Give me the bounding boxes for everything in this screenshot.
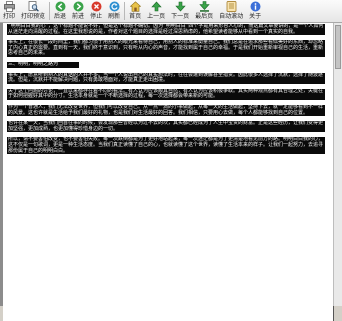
paragraph: “明明白白我的心”，这个标题不能说不好，但是这个标题不确切。因为“明明白白”四个… xyxy=(7,24,325,36)
about-button[interactable]: 关于 xyxy=(246,0,264,21)
previous-page-icon xyxy=(150,1,162,12)
toolbar-separator xyxy=(124,2,126,20)
next-page-label: 下一页 xyxy=(171,13,190,20)
auto-scroll-label: 自动滚动 xyxy=(219,13,244,20)
paragraph: 作为一个普通人，我们无法改变世界，但我们可以改变自己。从一点一滴的小事做起，从每… xyxy=(7,104,325,117)
forward-button[interactable]: 前进 xyxy=(69,0,87,21)
last-page-icon xyxy=(198,1,210,12)
print-label: 打印 xyxy=(3,13,16,20)
home-label: 首页 xyxy=(129,13,142,20)
previous-page-label: 上一页 xyxy=(147,13,166,20)
previous-page-button[interactable]: 上一页 xyxy=(144,0,168,21)
printer-icon xyxy=(3,1,15,12)
paragraph: 所以，请不要害怕改变，也不要害怕失败。每一次跌倒都是为了更好地站起来，每一次迷茫… xyxy=(7,137,325,155)
back-icon xyxy=(55,1,66,12)
print-preview-icon xyxy=(28,1,39,12)
back-button[interactable]: 后退 xyxy=(51,0,69,21)
stop-button[interactable]: 停止 xyxy=(87,0,105,21)
home-button[interactable]: 首页 xyxy=(126,0,144,21)
next-page-button[interactable]: 下一页 xyxy=(168,0,192,21)
about-icon xyxy=(250,1,261,12)
refresh-icon xyxy=(109,1,120,12)
home-icon xyxy=(129,1,141,12)
vertical-scrollbar[interactable] xyxy=(333,23,342,306)
scrollbar-thumb[interactable] xyxy=(335,25,341,69)
auto-scroll-icon xyxy=(226,1,237,12)
section-heading: 三、明明，明明之路为 xyxy=(7,61,79,68)
last-page-button[interactable]: 最后页 xyxy=(192,0,216,21)
refresh-button[interactable]: 刷新 xyxy=(105,0,123,21)
stop-label: 停止 xyxy=(90,13,103,20)
about-label: 关于 xyxy=(249,13,262,20)
print-preview-button[interactable]: 打印预览 xyxy=(18,0,48,21)
document-viewport[interactable]: “明明白白我的心”，这个标题不能说不好，但是这个标题不确切。因为“明明白白”四个… xyxy=(0,23,342,321)
paragraph: 事实上，在很长一段时间里，我们都习惯于用别人的眼光来看待自己，用别人的标准来衡量… xyxy=(7,40,325,57)
forward-label: 前进 xyxy=(72,13,85,20)
document-page: “明明白白我的心”，这个标题不能说不好，但是这个标题不确切。因为“明明白白”四个… xyxy=(3,23,334,321)
next-page-icon xyxy=(174,1,186,12)
stop-icon xyxy=(91,1,102,12)
toolbar-separator xyxy=(49,2,51,20)
paragraph: 也许在某一天，当我们回首往事的时候，会发现那些曾经以为过不去的坎，其实都已经成为… xyxy=(7,121,325,133)
forward-icon xyxy=(73,1,84,12)
document-content: “明明白白我的心”，这个标题不能说不好，但是这个标题不确切。因为“明明白白”四个… xyxy=(7,24,325,159)
print-preview-label: 打印预览 xyxy=(21,13,46,20)
auto-scroll-button[interactable]: 自动滚动 xyxy=(216,0,246,21)
back-label: 后退 xyxy=(54,13,67,20)
toolbar: 打印 打印预览 后退 前进 停止 刷新 首页 上一页 下一页 最后页 自动滚动 … xyxy=(0,0,342,23)
paragraph: 关于这个问题的讨论，一直以来都存在着不同的看法。有人认为应该顺其自然，有人认为应… xyxy=(7,88,325,100)
paragraph: 事实上，愿意听到别人的真话的人并不多。当一个人说出自己的真实想法时，往往会遭到误… xyxy=(7,72,325,84)
refresh-label: 刷新 xyxy=(108,13,121,20)
last-page-label: 最后页 xyxy=(195,13,214,20)
print-button[interactable]: 打印 xyxy=(0,0,18,21)
